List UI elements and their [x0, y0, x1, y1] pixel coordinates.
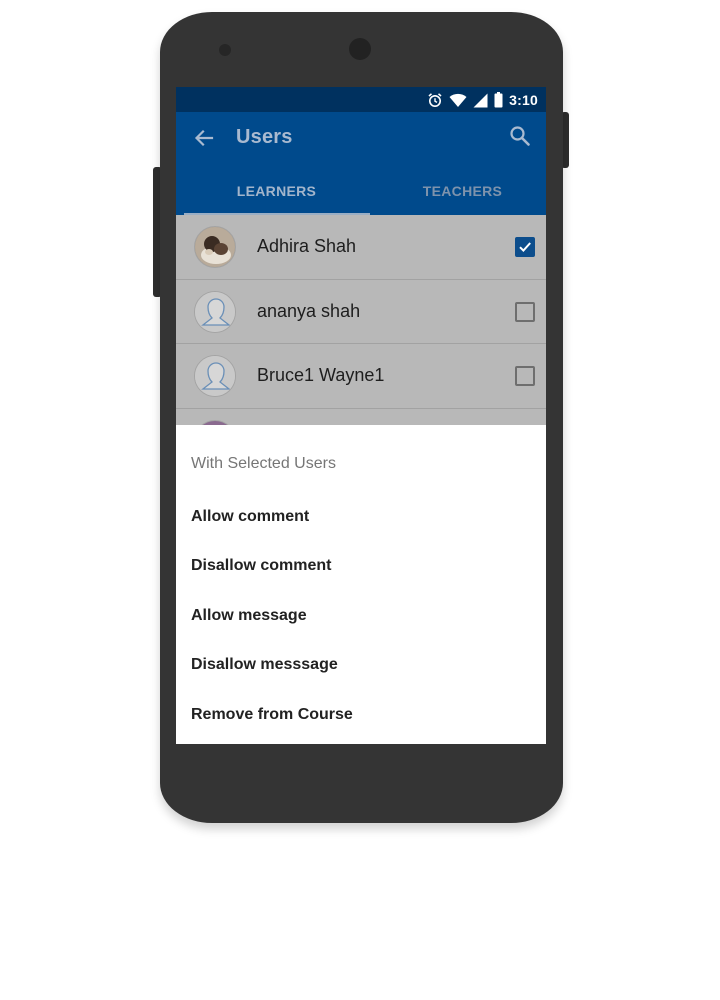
avatar	[194, 355, 236, 397]
bottom-sheet: With Selected Users Allow comment Disall…	[176, 425, 546, 744]
avatar	[194, 226, 236, 268]
user-checkbox[interactable]	[515, 237, 535, 257]
user-checkbox[interactable]	[515, 301, 535, 322]
remove-from-course-item[interactable]: Remove from Course	[176, 695, 546, 735]
arrow-left-icon[interactable]	[192, 126, 216, 150]
tab-learners-label: LEARNERS	[236, 183, 317, 199]
wifi-icon	[449, 93, 467, 108]
phone-front-camera	[349, 38, 371, 60]
disallow-message-item[interactable]: Disallow messsage	[176, 645, 546, 685]
phone-sensor	[219, 44, 231, 56]
status-time: 3:10	[509, 92, 538, 108]
allow-comment-item[interactable]: Allow comment	[176, 497, 546, 537]
app-bar: Users LEARNERS TEACHERS	[176, 112, 546, 215]
user-name: ananya shah	[257, 300, 361, 321]
battery-icon	[494, 92, 503, 108]
sheet-title: With Selected Users	[191, 455, 336, 472]
list-item[interactable]: Bruce1 Wayne1	[176, 344, 546, 409]
tab-teachers[interactable]: TEACHERS	[370, 167, 546, 215]
page-title: Users	[236, 126, 293, 148]
disallow-comment-item[interactable]: Disallow comment	[176, 546, 546, 586]
status-bar: 3:10	[176, 87, 546, 112]
tab-teachers-label: TEACHERS	[422, 183, 503, 199]
avatar	[194, 290, 236, 333]
search-icon[interactable]	[508, 124, 532, 148]
phone-screen: 3:10 Users LEARNERS TEACHERS Adhira Shah…	[176, 87, 546, 744]
list-item[interactable]: Adhira Shah	[176, 215, 546, 280]
user-name: Bruce1 Wayne1	[257, 365, 385, 385]
user-name: Adhira Shah	[257, 236, 357, 256]
user-checkbox[interactable]	[515, 366, 535, 386]
list-item[interactable]: ananya shah	[176, 279, 546, 344]
signal-icon	[473, 93, 488, 108]
alarm-icon	[427, 92, 443, 108]
allow-message-item[interactable]: Allow message	[176, 596, 546, 636]
tab-learners[interactable]: LEARNERS	[184, 167, 369, 215]
